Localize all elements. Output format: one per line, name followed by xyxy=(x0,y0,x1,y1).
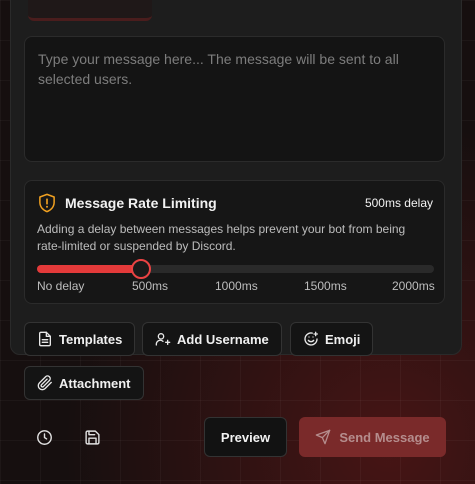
emoji-label: Emoji xyxy=(325,331,361,347)
templates-button[interactable]: Templates xyxy=(24,322,136,356)
tick-label-1000ms: 1000ms xyxy=(215,279,258,293)
save-icon xyxy=(84,429,100,445)
rate-limiting-description: Adding a delay between messages helps pr… xyxy=(37,222,406,253)
user-plus-icon xyxy=(155,333,171,346)
message-placeholder: Type your message here... The message wi… xyxy=(38,51,399,87)
delay-slider[interactable] xyxy=(37,259,434,279)
tick-label-no-delay: No delay xyxy=(37,279,85,293)
send-message-button[interactable]: Send Message xyxy=(299,417,446,457)
save-draft-button[interactable] xyxy=(81,426,103,448)
history-button[interactable] xyxy=(33,426,55,448)
send-message-label: Send Message xyxy=(339,429,430,445)
add-username-label: Add Username xyxy=(177,331,269,347)
delay-slider-thumb[interactable] xyxy=(131,259,151,279)
add-username-button[interactable]: Add Username xyxy=(142,322,282,356)
tick-label-500ms: 500ms xyxy=(132,279,169,293)
rate-delay-value: 500ms delay xyxy=(364,196,433,210)
tick-label-2000ms: 2000ms xyxy=(392,279,435,293)
shield-alert-icon xyxy=(39,193,55,213)
templates-label: Templates xyxy=(59,331,123,347)
rate-limiting-card: Message Rate Limiting 500ms delay Adding… xyxy=(24,180,445,304)
emoji-button[interactable]: Emoji xyxy=(290,322,374,356)
delay-slider-fill xyxy=(37,265,141,273)
previous-control-edge xyxy=(28,0,152,21)
attachment-button[interactable]: Attachment xyxy=(24,366,144,400)
preview-label: Preview xyxy=(220,429,271,445)
preview-button[interactable]: Preview xyxy=(204,417,287,457)
message-textarea[interactable]: Type your message here... The message wi… xyxy=(24,36,445,162)
attachment-label: Attachment xyxy=(59,375,131,391)
paperclip-icon xyxy=(37,375,52,391)
rate-limiting-title: Message Rate Limiting xyxy=(65,195,217,211)
smile-plus-icon xyxy=(304,331,318,346)
file-text-icon xyxy=(39,331,51,347)
tick-label-1500ms: 1500ms xyxy=(304,279,347,293)
send-icon xyxy=(315,429,331,445)
clock-icon xyxy=(36,429,52,445)
